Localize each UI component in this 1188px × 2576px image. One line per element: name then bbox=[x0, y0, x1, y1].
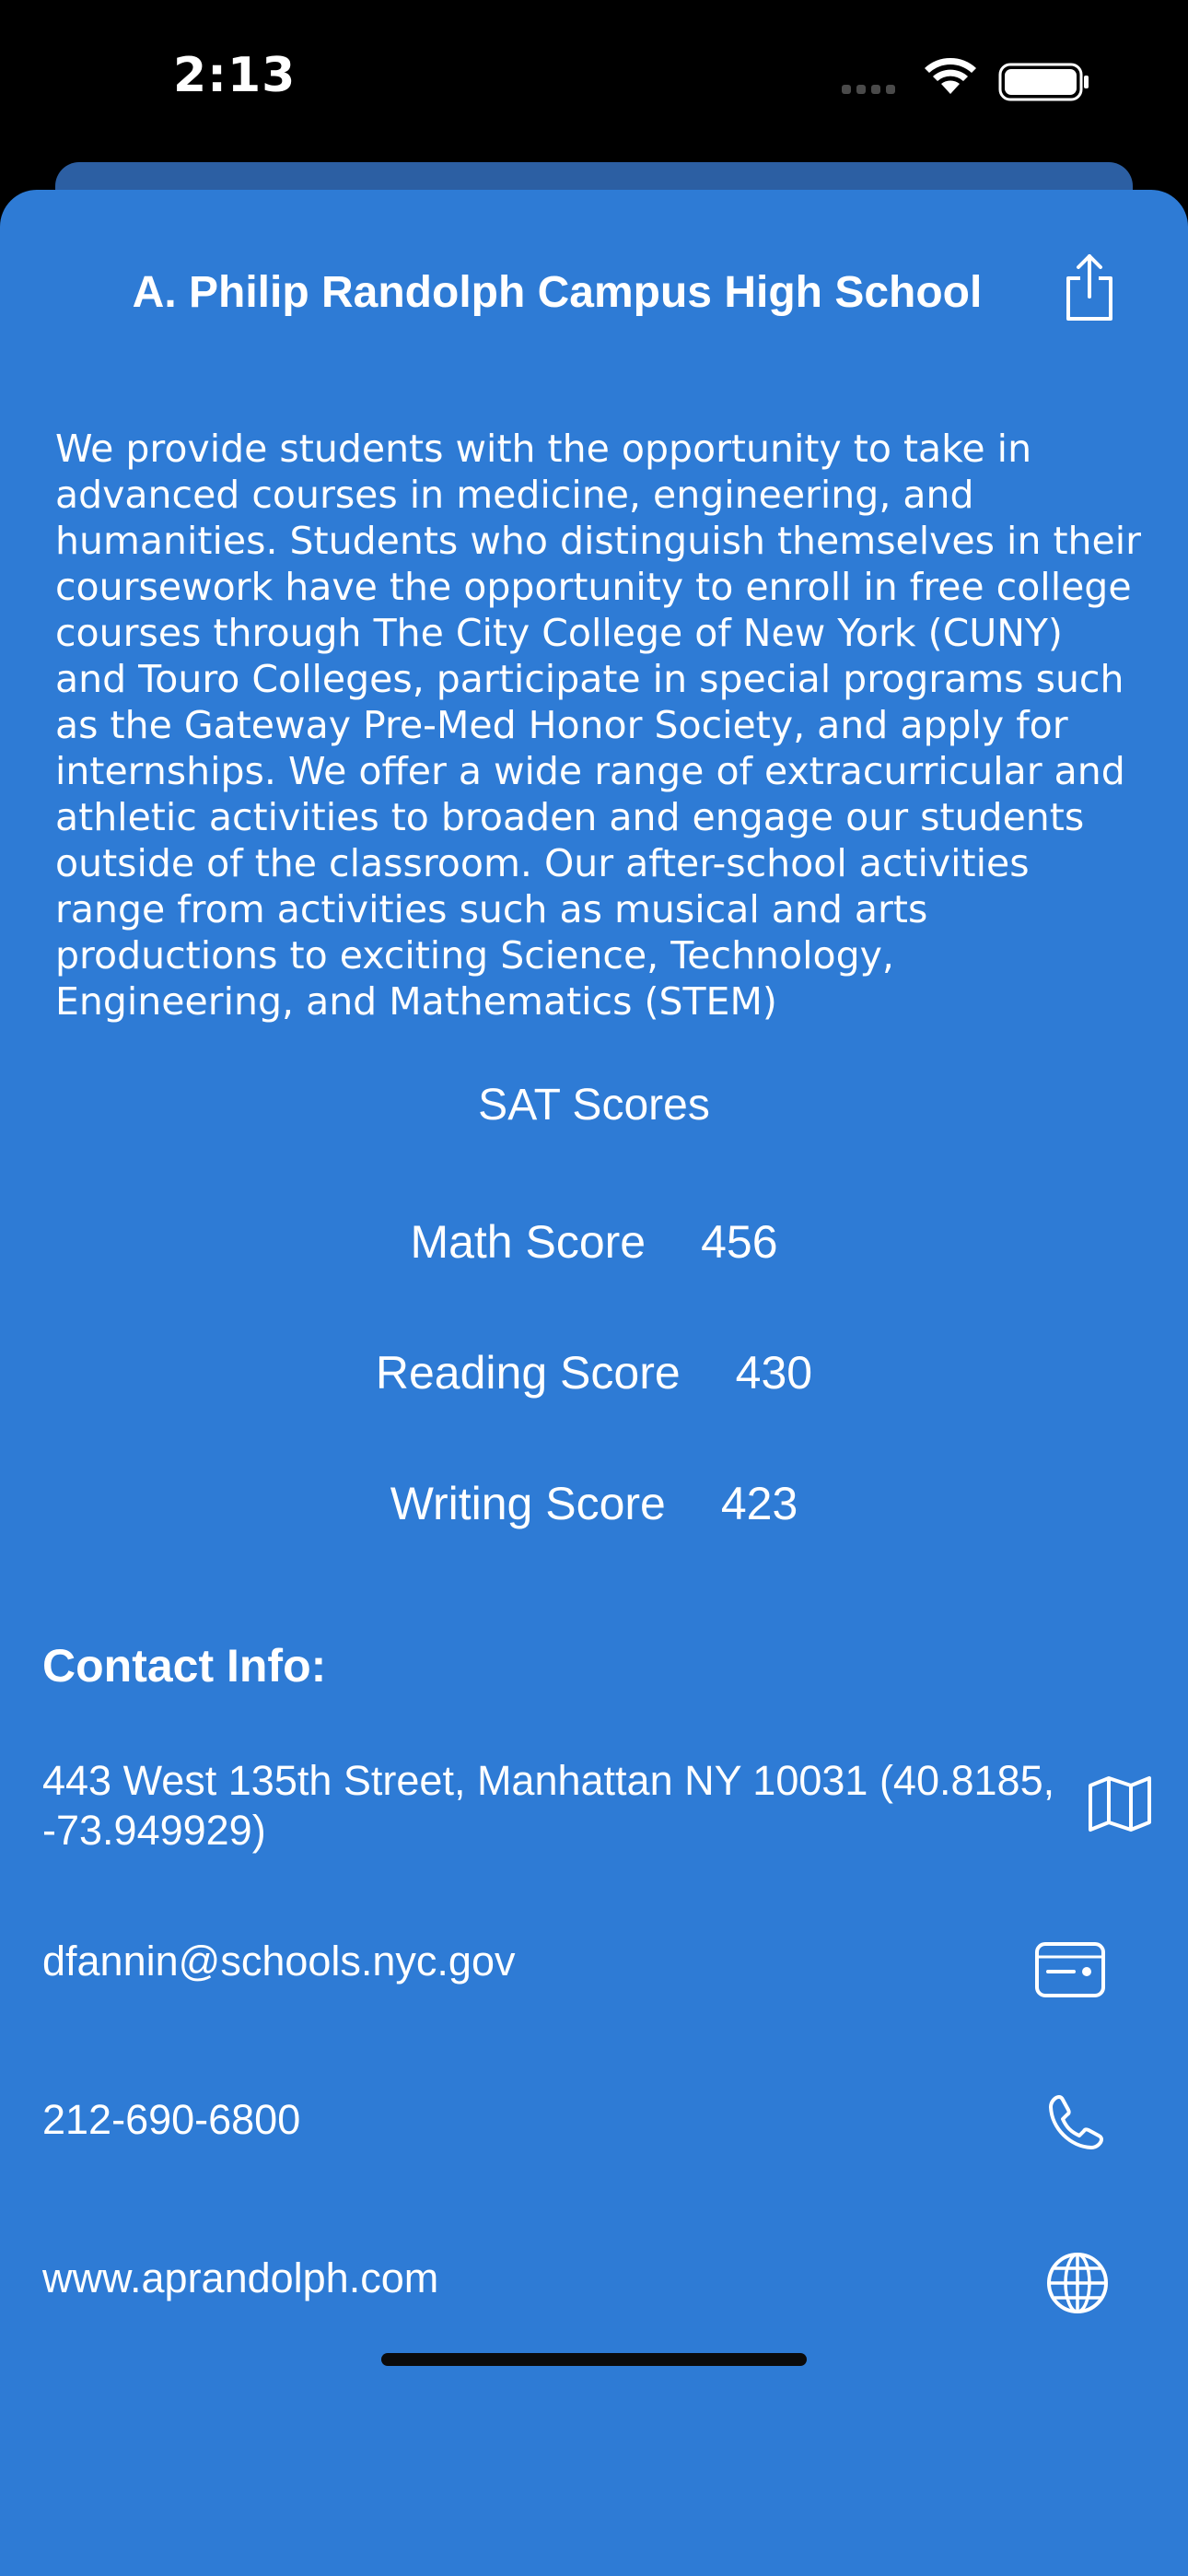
contact-card-icon[interactable] bbox=[1033, 1940, 1107, 1999]
phone-text[interactable]: 212-690-6800 bbox=[42, 2095, 1083, 2145]
sat-writing-value: 423 bbox=[720, 1478, 798, 1529]
map-icon[interactable] bbox=[1087, 1774, 1153, 1833]
phone-icon[interactable] bbox=[1046, 2091, 1107, 2152]
sat-row-writing: Writing Score 423 bbox=[0, 1474, 1188, 1533]
battery-icon bbox=[998, 63, 1089, 101]
sat-math-value: 456 bbox=[701, 1216, 778, 1268]
sat-scores-title: SAT Scores bbox=[478, 1081, 710, 1130]
globe-icon[interactable] bbox=[1044, 2250, 1111, 2316]
school-overview-text: We provide students with the opportunity… bbox=[55, 427, 1141, 1024]
sat-row-reading: Reading Score 430 bbox=[0, 1343, 1188, 1402]
address-text[interactable]: 443 West 135th Street, Manhattan NY 1003… bbox=[42, 1756, 1083, 1856]
sat-reading-value: 430 bbox=[735, 1347, 813, 1399]
wifi-icon bbox=[925, 57, 976, 94]
home-indicator[interactable] bbox=[381, 2353, 807, 2366]
sat-math-label: Math Score bbox=[410, 1216, 646, 1268]
sat-reading-label: Reading Score bbox=[375, 1347, 681, 1399]
sat-writing-label: Writing Score bbox=[390, 1478, 666, 1529]
status-bar: 2:13 bbox=[0, 0, 1188, 166]
status-icons bbox=[842, 57, 1089, 101]
email-text[interactable]: dfannin@schools.nyc.gov bbox=[42, 1937, 1083, 1986]
contact-info-title: Contact Info: bbox=[42, 1640, 327, 1692]
website-text[interactable]: www.aprandolph.com bbox=[42, 2254, 1083, 2303]
school-name-title: A. Philip Randolph Campus High School bbox=[132, 268, 983, 317]
cellular-signal-icon bbox=[842, 85, 895, 94]
school-detail-sheet: A. Philip Randolph Campus High School We… bbox=[0, 190, 1188, 2576]
share-icon[interactable] bbox=[1059, 251, 1120, 324]
overview-scroll-area[interactable]: We provide students with the opportunity… bbox=[55, 426, 1142, 1150]
sat-row-math: Math Score 456 bbox=[0, 1212, 1188, 1271]
status-time: 2:13 bbox=[173, 48, 297, 103]
